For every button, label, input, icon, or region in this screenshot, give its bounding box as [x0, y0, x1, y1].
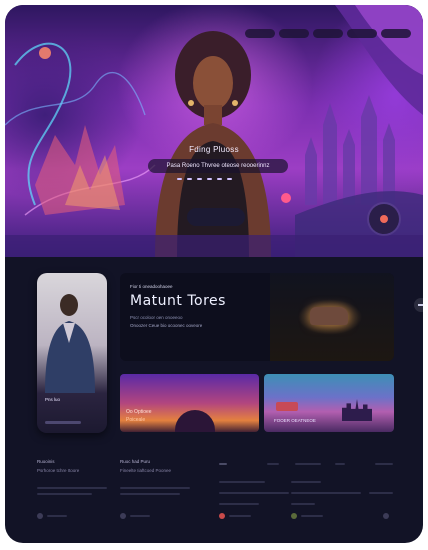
nav-item-3[interactable] — [313, 29, 343, 38]
play-icon — [380, 215, 388, 223]
hero-title: Fding Pluoss — [189, 145, 239, 154]
nav-item-2[interactable] — [279, 29, 309, 38]
profile-portrait — [45, 294, 95, 393]
social-icon[interactable] — [120, 513, 126, 519]
app-frame: Fding Pluoss Pasa Roeno Thvree oteose re… — [5, 5, 423, 543]
nav-item-4[interactable] — [347, 29, 377, 38]
profile-caption: Pns luo — [45, 397, 61, 402]
card-sunset-line-1: Oo Optioee — [126, 409, 152, 415]
footer-link[interactable] — [295, 463, 321, 465]
car-illustration — [310, 307, 348, 325]
heart-icon[interactable] — [281, 193, 291, 203]
social-icon[interactable] — [291, 513, 297, 519]
footer-link[interactable] — [335, 463, 345, 465]
feature-line-1: Pscr ocoloor oen onoeeoo — [130, 315, 183, 320]
hero-banner: Fding Pluoss Pasa Roeno Thvree oteose re… — [5, 5, 423, 257]
footer-line — [37, 493, 92, 495]
nav-item-5[interactable] — [381, 29, 411, 38]
card-castle-label: FOOER OEATNEOE — [274, 418, 316, 423]
social-icon[interactable] — [219, 513, 225, 519]
footer-link[interactable] — [219, 463, 227, 465]
featured-panel[interactable]: Fior ti oneadoohaoee Matunt Tores Pscr o… — [120, 273, 394, 361]
silhouette-illustration — [175, 410, 215, 432]
social-icon[interactable] — [383, 513, 389, 519]
card-sunset-line-2: Poiceale — [126, 417, 146, 423]
footer-col2-title: Ruoc had Puru — [120, 459, 151, 464]
footer-link[interactable] — [291, 481, 321, 483]
play-button[interactable] — [369, 204, 399, 234]
top-nav — [245, 29, 411, 38]
profile-card[interactable]: Pns luo — [37, 273, 107, 433]
footer-link[interactable] — [375, 463, 393, 465]
footer-link[interactable] — [369, 492, 393, 494]
footer-line — [120, 487, 190, 489]
footer-line — [47, 515, 67, 517]
card-castle[interactable]: FOOER OEATNEOE — [264, 374, 394, 432]
footer-link[interactable] — [267, 463, 279, 465]
hero-indicator — [177, 178, 232, 180]
footer-line — [120, 493, 180, 495]
footer-link[interactable] — [219, 492, 289, 494]
castle-illustration — [342, 399, 372, 421]
card-sunset[interactable]: Oo Optioee Poiceale — [120, 374, 259, 432]
feature-kicker: Fior ti oneadoohaoee — [130, 284, 173, 289]
footer-line — [229, 515, 251, 517]
social-icon[interactable] — [37, 513, 43, 519]
footer-col2-sub: Fineelte Iiaftcoed Poonee — [120, 468, 172, 473]
next-arrow-icon[interactable] — [414, 298, 423, 312]
vehicle-illustration — [276, 402, 298, 411]
footer-line — [37, 487, 107, 489]
footer-link[interactable] — [219, 503, 259, 505]
footer-col1-title: Ruooinis — [37, 459, 55, 464]
footer-link[interactable] — [291, 503, 315, 505]
feature-line-2: Onoozer Ceue bio ocoonec ooveore — [130, 323, 203, 328]
footer-line — [130, 515, 150, 517]
profile-caption-bar — [45, 421, 81, 424]
footer-link[interactable] — [291, 492, 361, 494]
hero-cta-button[interactable] — [187, 208, 245, 226]
footer-link[interactable] — [219, 481, 265, 483]
feature-title: Matunt Tores — [130, 293, 226, 309]
footer-col1-sub: Psrhoroe tchre Itoore — [37, 468, 80, 473]
nav-item-1[interactable] — [245, 29, 275, 38]
hero-subtitle: Pasa Roeno Thvree oteose reooerinnz — [148, 159, 288, 173]
footer-line — [301, 515, 323, 517]
